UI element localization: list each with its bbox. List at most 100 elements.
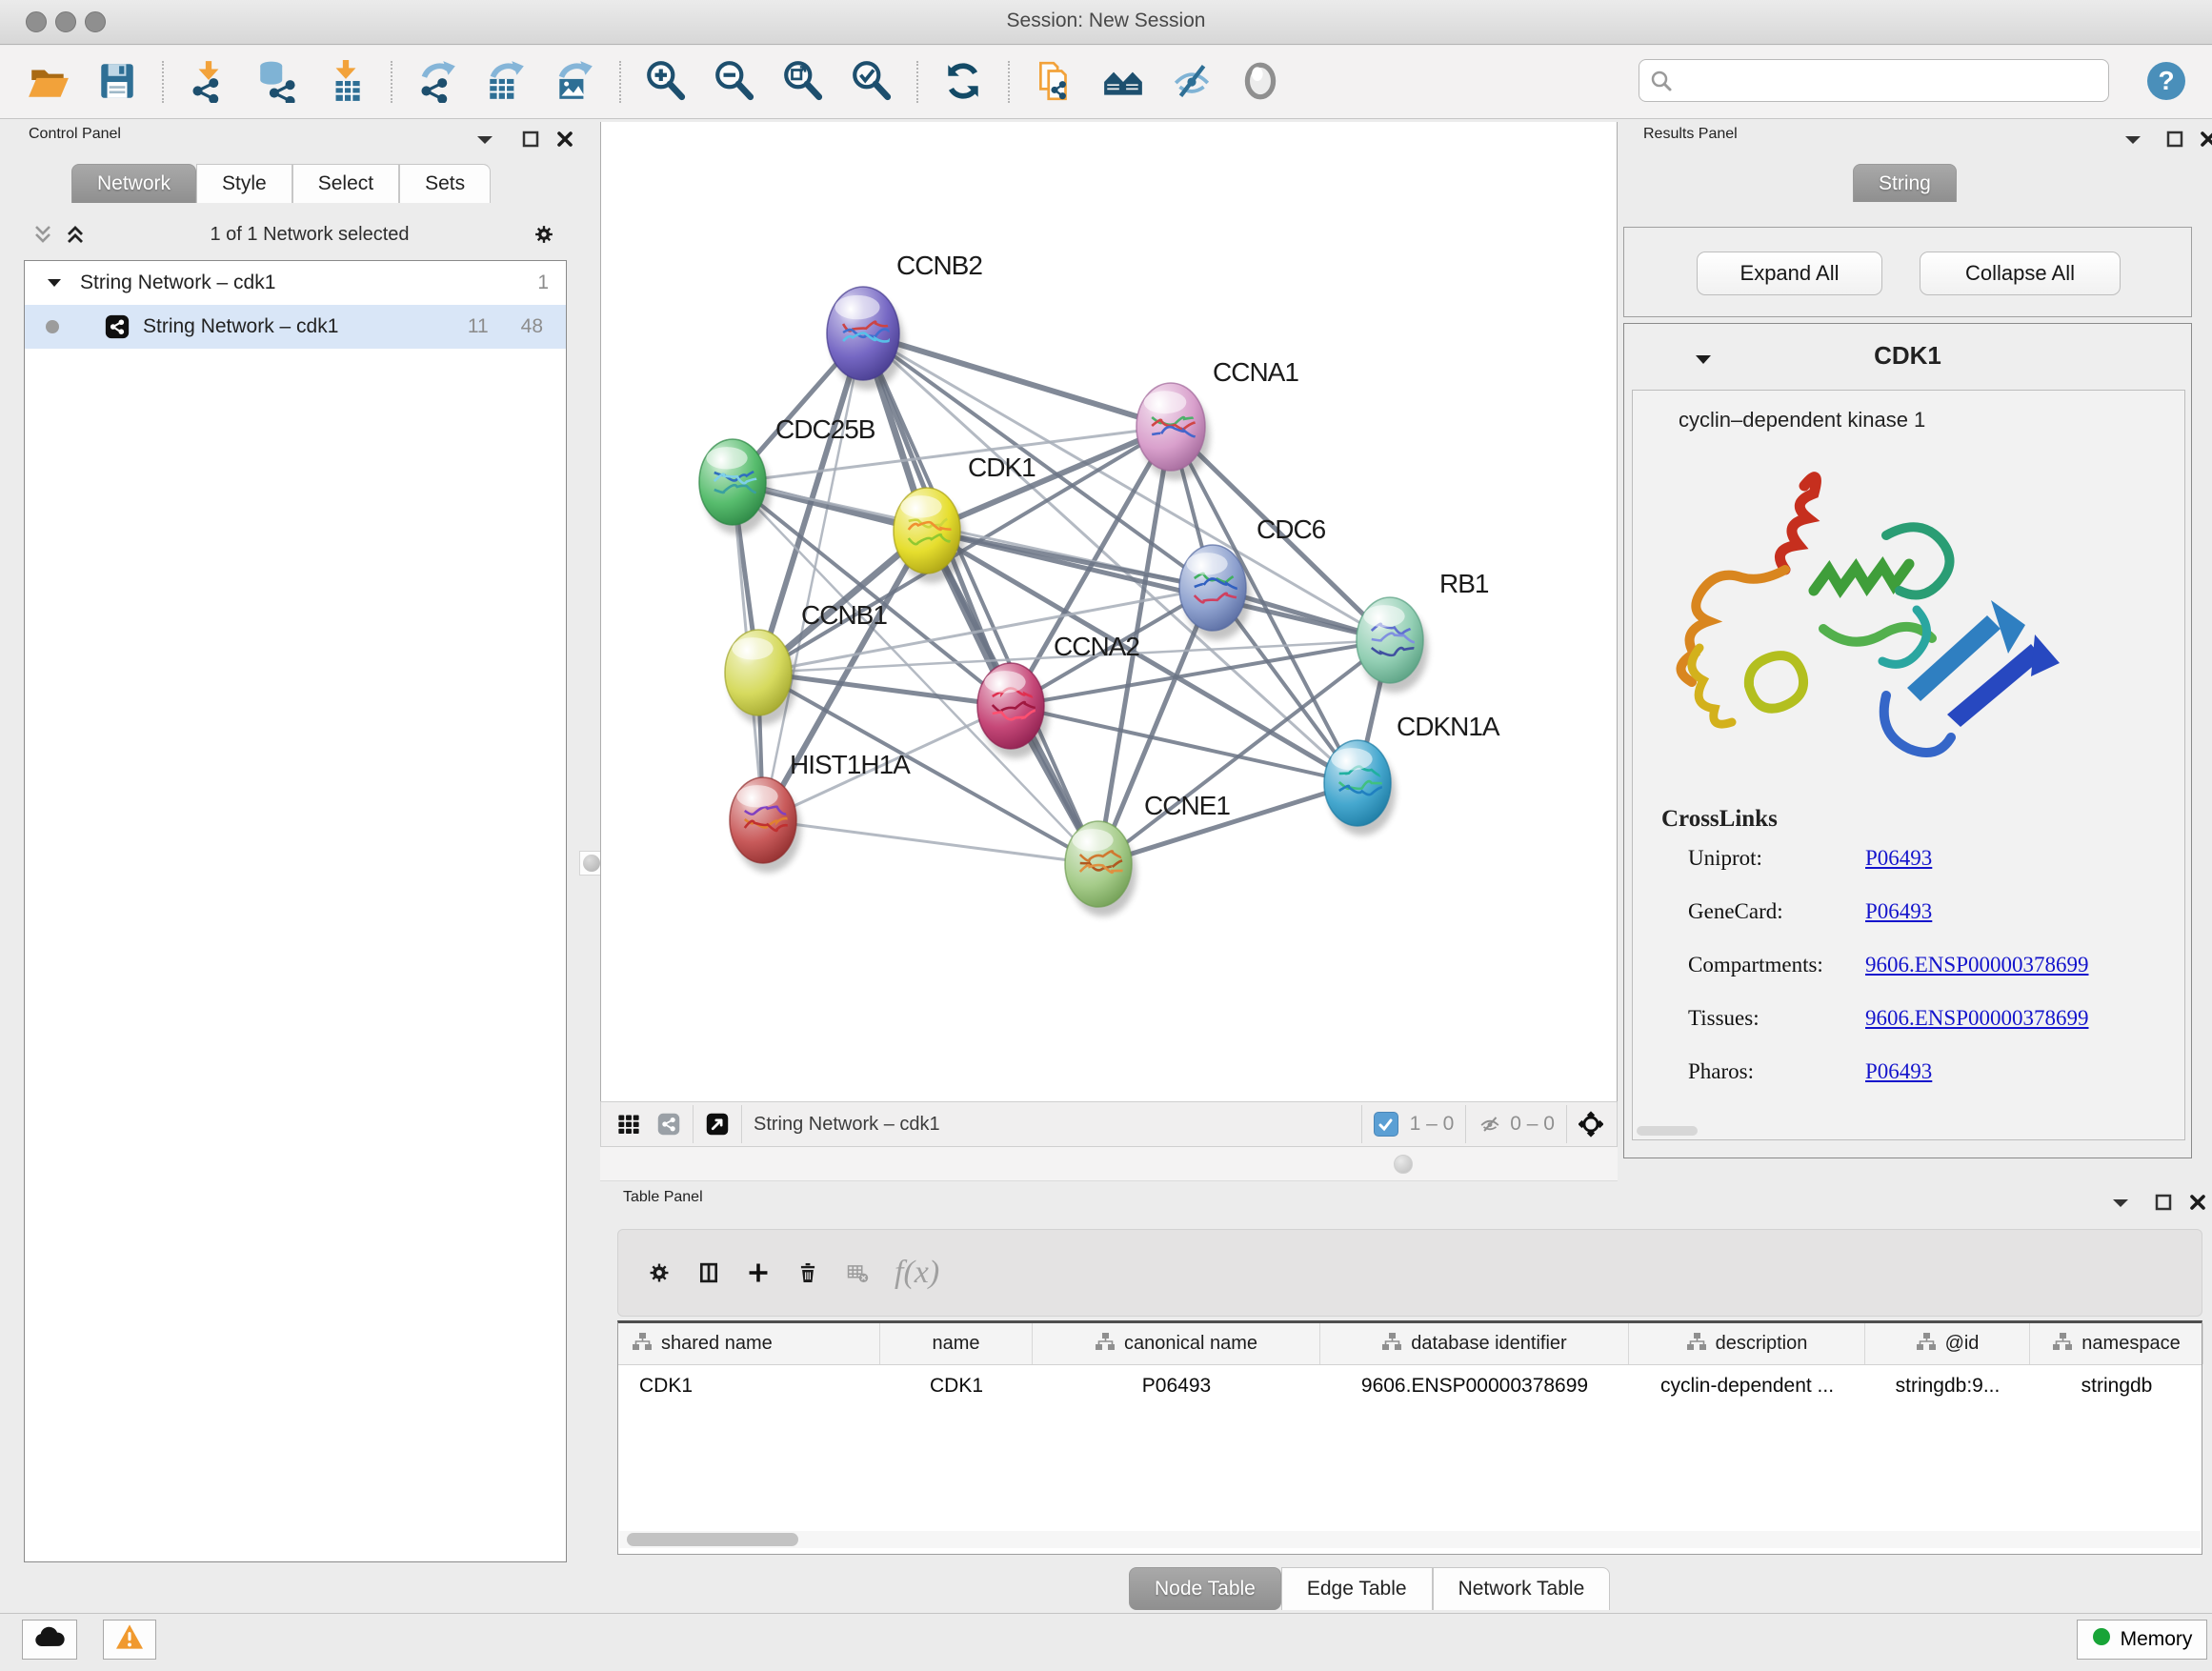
- import-network-file-button[interactable]: [181, 54, 236, 110]
- tab-edge-table[interactable]: Edge Table: [1281, 1567, 1433, 1610]
- neighbors-icon: [1101, 59, 1145, 106]
- node-CCNA1[interactable]: CCNA1: [1136, 357, 1298, 480]
- table-hscrollbar[interactable]: [619, 1531, 2201, 1548]
- tree-expander-icon[interactable]: [42, 271, 67, 295]
- network-row[interactable]: String Network – cdk1 11 48: [25, 305, 566, 349]
- crosshair-icon[interactable]: [1579, 1112, 1603, 1137]
- zoom-selected-button[interactable]: [844, 54, 899, 110]
- add-column-icon[interactable]: [746, 1260, 771, 1285]
- column-header-namespace[interactable]: namespace: [2030, 1323, 2203, 1364]
- tab-network-table[interactable]: Network Table: [1433, 1567, 1611, 1610]
- control-panel-menu-icon[interactable]: [473, 128, 497, 152]
- open-session-button[interactable]: [21, 54, 76, 110]
- selected-counts: 1 – 0: [1410, 1113, 1455, 1136]
- edge-CCNA2-CDKN1A[interactable]: [1011, 706, 1357, 783]
- node-CCNE1[interactable]: CCNE1: [1065, 791, 1230, 916]
- column-header-databaseidentifier[interactable]: database identifier: [1320, 1323, 1629, 1364]
- export-table-button[interactable]: [478, 54, 533, 110]
- crosslink-link[interactable]: P06493: [1865, 846, 1932, 871]
- zoom-selected-icon: [850, 59, 894, 106]
- svg-text:?: ?: [2158, 66, 2174, 95]
- tab-network[interactable]: Network: [71, 164, 196, 203]
- network-canvas[interactable]: CCNB2 CCNA1 CDC25B CDK1 CDC6: [600, 122, 1618, 1101]
- tab-node-table[interactable]: Node Table: [1129, 1567, 1281, 1610]
- save-session-button[interactable]: [90, 54, 145, 110]
- collapse-all-button[interactable]: Collapse All: [1920, 252, 2121, 295]
- horizontal-splitter[interactable]: [600, 1147, 1618, 1181]
- delete-column-icon[interactable]: [795, 1260, 820, 1285]
- help-button[interactable]: ?: [2145, 60, 2187, 102]
- table-panel-menu-icon[interactable]: [2108, 1191, 2133, 1216]
- table-settings-gear-icon[interactable]: [647, 1260, 672, 1285]
- control-panel-close-icon[interactable]: [553, 127, 577, 151]
- crosslink-link[interactable]: 9606.ENSP00000378699: [1865, 953, 2089, 977]
- selected-nodes-checkbox[interactable]: [1374, 1112, 1398, 1137]
- zoom-fit-button[interactable]: [775, 54, 831, 110]
- column-header-canonicalname[interactable]: canonical name: [1033, 1323, 1320, 1364]
- string-view-icon[interactable]: [656, 1112, 681, 1137]
- table-panel-float-icon[interactable]: [2151, 1190, 2176, 1215]
- horizontal-splitter-handle[interactable]: [1394, 1155, 1413, 1174]
- tab-sets[interactable]: Sets: [399, 164, 491, 203]
- network-options-gear-icon[interactable]: [532, 222, 556, 247]
- zoom-in-button[interactable]: [638, 54, 694, 110]
- tab-select[interactable]: Select: [292, 164, 399, 203]
- control-panel-float-icon[interactable]: [518, 127, 543, 151]
- help-icon: ?: [2145, 91, 2187, 105]
- crosslink-link[interactable]: P06493: [1865, 1059, 1932, 1084]
- column-header-sharedname[interactable]: shared name: [618, 1323, 880, 1364]
- zoom-in-icon: [644, 59, 688, 106]
- first-neighbors-button[interactable]: [1096, 54, 1151, 110]
- warnings-button[interactable]: [103, 1620, 156, 1660]
- memory-label: Memory: [2121, 1628, 2193, 1651]
- open-in-new-window-icon[interactable]: [705, 1112, 730, 1137]
- node-HIST1H1A[interactable]: HIST1H1A: [730, 750, 911, 873]
- tab-string[interactable]: String: [1853, 164, 1957, 202]
- crosslink-link[interactable]: P06493: [1865, 899, 1932, 924]
- birdseye-view-button[interactable]: [1233, 54, 1288, 110]
- results-hscroll-thumb[interactable]: [1637, 1126, 1698, 1136]
- column-header-description[interactable]: description: [1629, 1323, 1865, 1364]
- apply-layout-button[interactable]: [935, 54, 991, 110]
- results-panel-menu-icon[interactable]: [2121, 128, 2145, 152]
- node-CDKN1A[interactable]: CDKN1A: [1324, 712, 1500, 836]
- expand-all-icon[interactable]: [63, 222, 88, 247]
- node-RB1[interactable]: RB1: [1357, 569, 1489, 693]
- results-panel-float-icon[interactable]: [2162, 127, 2187, 151]
- table-hscroll-thumb[interactable]: [627, 1533, 798, 1546]
- tab-style[interactable]: Style: [196, 164, 292, 203]
- export-image-button[interactable]: [547, 54, 602, 110]
- column-header-id[interactable]: @id: [1865, 1323, 2030, 1364]
- import-network-icon: [187, 59, 231, 106]
- show-columns-icon[interactable]: [696, 1260, 721, 1285]
- node-CCNB2[interactable]: CCNB2: [827, 251, 982, 390]
- string-import-button[interactable]: [1027, 54, 1082, 110]
- expand-all-button[interactable]: Expand All: [1697, 252, 1882, 295]
- crosslink-link[interactable]: 9606.ENSP00000378699: [1865, 1006, 2089, 1031]
- column-header-name[interactable]: name: [880, 1323, 1033, 1364]
- search-input[interactable]: [1639, 59, 2109, 102]
- table-panel-close-icon[interactable]: [2185, 1190, 2210, 1215]
- cloud-button[interactable]: [22, 1620, 77, 1660]
- network-collection-row[interactable]: String Network – cdk1 1: [25, 261, 566, 305]
- network-graph[interactable]: CCNB2 CCNA1 CDC25B CDK1 CDC6: [601, 122, 1617, 1099]
- grid-view-icon[interactable]: [616, 1112, 641, 1137]
- node-label-CDC6: CDC6: [1257, 514, 1326, 544]
- crosslink-row: GeneCard: P06493: [1688, 899, 2164, 953]
- import-network-database-button[interactable]: [250, 54, 305, 110]
- export-network-button[interactable]: [410, 54, 465, 110]
- edge-HIST1H1A-CCNE1[interactable]: [763, 820, 1098, 864]
- table-body: CDK1CDK1P064939606.ENSP00000378699cyclin…: [618, 1365, 2202, 1407]
- cell-id: stringdb:9...: [1865, 1365, 2030, 1407]
- collapse-all-icon[interactable]: [30, 222, 55, 247]
- table-row[interactable]: CDK1CDK1P064939606.ENSP00000378699cyclin…: [618, 1365, 2202, 1407]
- results-panel-close-icon[interactable]: [2196, 127, 2212, 151]
- edge-CCNB2-CCNE1[interactable]: [863, 333, 1098, 864]
- zoom-out-button[interactable]: [707, 54, 762, 110]
- import-table-button[interactable]: [318, 54, 373, 110]
- edge-CCNB2-RB1[interactable]: [863, 333, 1390, 640]
- protein-structure-image: [1661, 448, 2061, 791]
- memory-button[interactable]: Memory: [2077, 1620, 2207, 1660]
- edge-CCNB2-CCNA1[interactable]: [863, 333, 1171, 427]
- hide-graphics-details-button[interactable]: [1164, 54, 1219, 110]
